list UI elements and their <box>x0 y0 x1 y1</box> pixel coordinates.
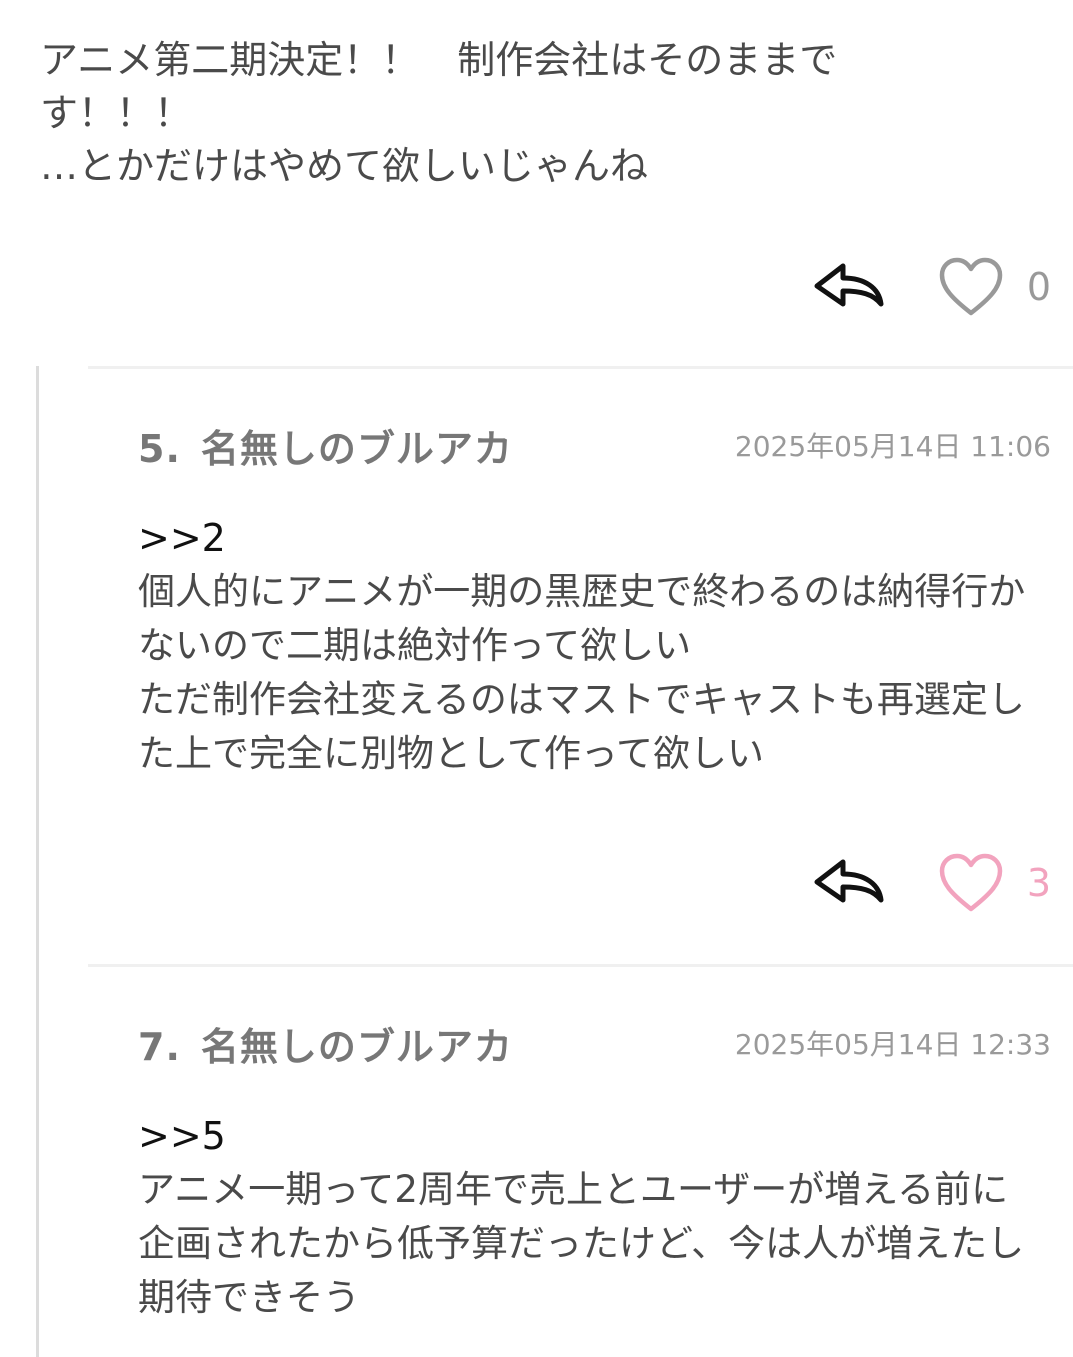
heart-icon <box>939 257 1003 316</box>
heart-icon <box>939 853 1003 912</box>
post-body: アニメ第二期決定！！ 制作会社はそのままです！！！ …とかだけはやめて欲しいじゃ… <box>40 38 838 188</box>
reply-item: 7. 名無しのブルアカ 2025年05月14日 12:33 >>5 アニメ一期って… <box>0 1018 1073 1357</box>
poster-name: 7. 名無しのブルアカ <box>138 1016 513 1071</box>
reply-number: 7. <box>138 1024 181 1069</box>
reply-anchor-link[interactable]: >>5 <box>138 1110 226 1163</box>
reply-thread: 5. 名無しのブルアカ 2025年05月14日 11:06 >>2 個人的にアニメ… <box>0 366 1073 1357</box>
divider <box>88 366 1073 369</box>
reply-arrow-icon <box>814 263 884 307</box>
reply-anchor-link[interactable]: >>2 <box>138 512 226 565</box>
post-date: 2025年05月14日 11:06 <box>734 430 1051 463</box>
reply-arrow-icon <box>814 859 884 903</box>
post-actions: 3 <box>813 848 1051 918</box>
poster-name: 5. 名無しのブルアカ <box>138 418 513 473</box>
reply-button[interactable] <box>813 856 887 910</box>
post-actions: 0 <box>813 252 1051 322</box>
reply-body: アニメ一期って2周年で売上とユーザーが増える前に企画されたから低予算だったけど、… <box>138 1168 1025 1319</box>
reply-number: 5. <box>138 426 181 471</box>
reply-button[interactable] <box>813 260 887 314</box>
like-count: 3 <box>1026 861 1051 905</box>
like-button[interactable]: 3 <box>937 851 1051 915</box>
reply-header: 7. 名無しのブルアカ 2025年05月14日 12:33 <box>138 1016 1051 1071</box>
reply-body: 個人的にアニメが一期の黒歴史で終わるのは納得行かないので二期は絶対作って欲しい … <box>138 570 1026 775</box>
post-date: 2025年05月14日 12:33 <box>734 1028 1051 1061</box>
poster-name-text: 名無しのブルアカ <box>200 426 513 471</box>
poster-name-text: 名無しのブルアカ <box>200 1024 513 1069</box>
reply-item: 5. 名無しのブルアカ 2025年05月14日 11:06 >>2 個人的にアニメ… <box>0 420 1073 950</box>
post-item: アニメ第二期決定！！ 制作会社はそのままです！！！ …とかだけはやめて欲しいじゃ… <box>0 0 1073 340</box>
like-count: 0 <box>1026 265 1051 309</box>
like-button[interactable]: 0 <box>937 255 1051 319</box>
reply-header: 5. 名無しのブルアカ 2025年05月14日 11:06 <box>138 418 1051 473</box>
divider <box>88 964 1073 967</box>
